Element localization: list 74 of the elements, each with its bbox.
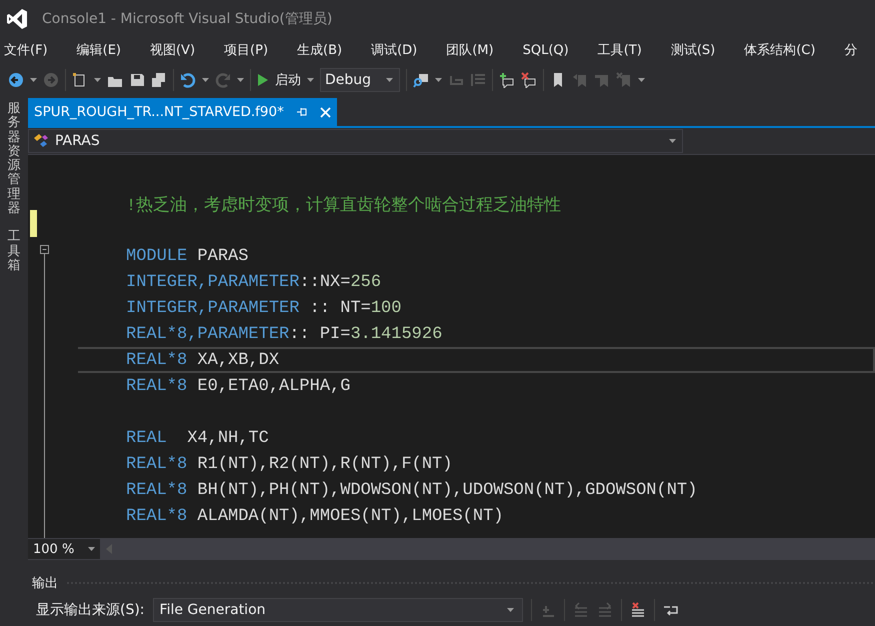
code-token: REAL*8 (126, 350, 188, 370)
code-token: !热乏油，考虑时变项，计算直齿轮整个啮合过程乏油特性 (126, 194, 562, 216)
configuration-dropdown[interactable]: Debug (320, 68, 400, 92)
caret-icon[interactable] (669, 139, 676, 143)
panel-title: 输出 (32, 575, 58, 592)
code-token: 3.1415926 (350, 324, 442, 344)
menu-item[interactable]: SQL(Q) (518, 42, 581, 58)
menu-item[interactable]: 分 (840, 41, 870, 59)
code-token: REAL*8 (126, 480, 188, 500)
pin-icon[interactable] (296, 106, 308, 118)
close-icon[interactable] (320, 106, 331, 118)
dropdown-caret-icon[interactable] (237, 78, 244, 82)
code-token: XA,XB,DX (196, 350, 280, 370)
dropdown-caret-icon[interactable] (94, 78, 101, 82)
delete-comment-icon[interactable] (521, 72, 537, 88)
code-token: ALAMDA(NT),MMOES(NT),LMOES(NT) (196, 506, 504, 526)
menu-item[interactable]: 生成(B) (293, 41, 354, 59)
save-all-icon[interactable] (151, 72, 167, 88)
scope-dropdown[interactable]: PARAS (28, 129, 683, 153)
code-token: INTEGER,PARAMETER (126, 298, 300, 318)
menu-item[interactable]: 文件(F) (0, 41, 60, 59)
overflow-icon[interactable] (435, 78, 442, 82)
code-token: E0,ETA0,ALPHA,G (196, 376, 350, 396)
code-editor[interactable] (28, 155, 875, 538)
code-token: 256 (350, 272, 382, 292)
caret-icon[interactable] (386, 78, 393, 82)
menu-item[interactable]: 测试(S) (666, 41, 728, 59)
save-icon[interactable] (129, 72, 145, 88)
code-token: REAL*8 (126, 506, 188, 526)
code-token: BH(NT),PH(NT),WDOWSON(NT),UDOWSON(NT),GDOWSON(NT) (196, 480, 698, 500)
menu-item[interactable]: 工具(T) (594, 41, 654, 59)
source-label: 显示输出来源(S): (36, 601, 145, 619)
document-tab[interactable]: SPUR_ROUGH_TR...NT_STARVED.f90* (28, 98, 337, 126)
menu-item[interactable]: 调试(D) (367, 41, 430, 59)
back-icon[interactable] (8, 72, 24, 88)
overflow-icon[interactable] (638, 78, 645, 82)
dropdown-caret-icon[interactable] (30, 78, 37, 82)
menu-item[interactable]: 团队(M) (442, 41, 506, 59)
code-token: R1(NT),R2(NT),R(NT),F(NT) (196, 454, 452, 474)
code-token: ::NX= (299, 272, 350, 292)
code-token: 100 (370, 298, 402, 318)
menu-item[interactable]: 编辑(E) (72, 41, 133, 59)
code-token: REAL*8 (126, 454, 188, 474)
code-token: :: PI= (289, 324, 350, 344)
add-comment-icon[interactable] (499, 72, 515, 88)
app-logo-icon (6, 8, 28, 30)
collapse-icon[interactable] (40, 245, 49, 254)
code-token: X4,NH,TC (186, 428, 269, 448)
undo-icon[interactable] (180, 72, 196, 88)
code-token: :: NT= (308, 298, 371, 318)
source-dropdown[interactable]: File Generation (152, 598, 523, 622)
dropdown-caret-icon[interactable] (307, 78, 314, 82)
code-token: PARAS (196, 246, 248, 266)
caret-icon[interactable] (88, 547, 95, 551)
start-button[interactable]: 启动 (257, 71, 301, 89)
code-token: MODULE (126, 246, 188, 266)
menu-item[interactable]: 项目(P) (220, 41, 280, 59)
dropdown-caret-icon[interactable] (202, 78, 209, 82)
menu-item[interactable]: 体系结构(C) (740, 41, 828, 59)
play-icon (257, 73, 269, 87)
zoom-dropdown[interactable]: 100 % (28, 539, 100, 559)
code-token: REAL*8,PARAMETER (126, 324, 290, 344)
window-title: Console1 - Microsoft Visual Studio(管理员) (42, 10, 332, 28)
side-tab[interactable]: 服务器资源管理器 (8, 102, 20, 216)
caret-icon[interactable] (506, 608, 514, 612)
find-in-files-icon[interactable] (413, 72, 429, 88)
clear-all-icon[interactable] (630, 602, 646, 618)
code-token: INTEGER,PARAMETER (126, 272, 300, 292)
class-icon (33, 133, 51, 149)
code-token: REAL (126, 428, 167, 448)
menu-item[interactable]: 视图(V) (146, 41, 208, 59)
code-token: REAL*8 (126, 376, 188, 396)
change-marker (30, 210, 37, 237)
side-tab[interactable]: 工具箱 (8, 230, 20, 274)
